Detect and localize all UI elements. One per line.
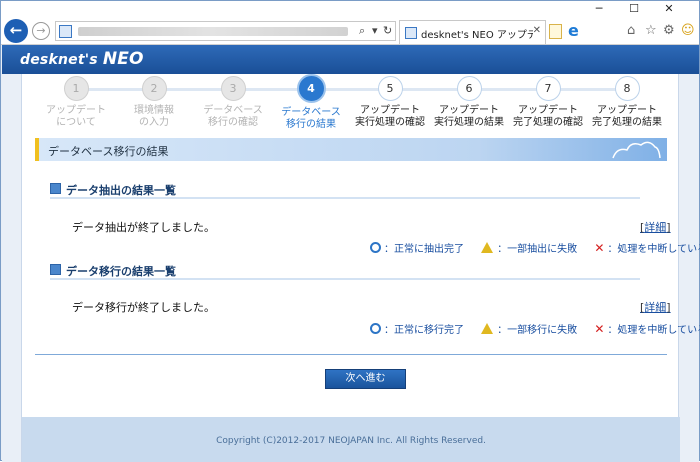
favorites-star-icon[interactable]: ☆ <box>645 23 657 38</box>
step-progress: 1 アップデート について 2 環境情報 の入力 3 データベース 移行の確認 4 データベー… <box>22 74 680 134</box>
home-icon[interactable]: ⌂ <box>627 23 635 38</box>
minimize-button[interactable]: ─ <box>583 1 615 17</box>
cloud-icon <box>612 141 661 159</box>
app-header: desknet's NEO <box>2 45 699 74</box>
success-circle-icon <box>370 242 381 253</box>
extract-detail-link[interactable]: [詳細] <box>640 219 671 235</box>
extract-message: データ抽出が終了しました。 <box>72 221 215 234</box>
title-bar: ─ ☐ ✕ <box>1 1 699 17</box>
step-2: 2 環境情報 の入力 <box>114 76 194 129</box>
smiley-feedback-icon[interactable]: ☺ <box>681 23 695 38</box>
page-favicon-icon <box>59 25 72 38</box>
browser-toolbar: ← → ⌕ ▾ ↻ desknet's NEO アップデートツ... ✕ e ⌂… <box>1 17 699 45</box>
migrate-legend: ：正常に移行完了 ：一部移行に失敗 ✕ ：処理を中断している <box>370 321 700 336</box>
blurred-url <box>78 27 348 36</box>
book-icon <box>50 264 61 275</box>
tab-favicon-icon <box>405 27 417 39</box>
book-icon <box>50 183 61 194</box>
right-gutter <box>679 74 699 462</box>
warning-icon <box>481 323 494 334</box>
edge-icon[interactable]: e <box>568 23 584 39</box>
section-header: データベース移行の結果 <box>35 138 667 161</box>
chevron-down-icon[interactable]: ▾ <box>372 24 378 37</box>
address-bar[interactable]: ⌕ ▾ ↻ <box>55 21 396 41</box>
forward-button[interactable]: → <box>32 22 50 40</box>
tab-close-icon[interactable]: ✕ <box>533 25 541 36</box>
section-title: データベース移行の結果 <box>48 145 169 158</box>
left-gutter <box>2 74 21 462</box>
extract-legend: ：正常に抽出完了 ：一部抽出に失敗 ✕ ：処理を中断している <box>370 240 700 255</box>
migrate-message: データ移行が終了しました。 <box>72 301 215 314</box>
step-7: 7 アップデート 完了処理の確認 <box>508 76 588 129</box>
error-x-icon: ✕ <box>594 321 605 336</box>
divider <box>35 354 667 355</box>
browser-tab[interactable]: desknet's NEO アップデートツ... ✕ <box>399 20 546 44</box>
footer: Copyright (C)2012-2017 NEOJAPAN Inc. All… <box>22 417 680 462</box>
step-3: 3 データベース 移行の確認 <box>193 76 273 129</box>
copyright-text: Copyright (C)2012-2017 NEOJAPAN Inc. All… <box>216 436 486 446</box>
step-5: 5 アップデート 実行処理の確認 <box>350 76 430 129</box>
desknets-neo-logo: desknet's NEO <box>20 49 144 69</box>
new-tab-icon[interactable] <box>549 24 562 39</box>
close-window-button[interactable]: ✕ <box>653 1 685 17</box>
next-button[interactable]: 次へ進む <box>325 369 406 389</box>
refresh-icon[interactable]: ↻ <box>383 24 392 37</box>
step-6: 6 アップデート 実行処理の結果 <box>429 76 509 129</box>
success-circle-icon <box>370 323 381 334</box>
content-panel: 1 アップデート について 2 環境情報 の入力 3 データベース 移行の確認 4 データベー… <box>21 74 700 462</box>
extract-results-heading: データ抽出の結果一覧 <box>50 181 640 199</box>
tab-title: desknet's NEO アップデートツ... <box>421 30 533 41</box>
error-x-icon: ✕ <box>594 240 605 255</box>
step-4-current: 4 データベース 移行の結果 <box>271 74 351 131</box>
maximize-button[interactable]: ☐ <box>618 1 650 17</box>
migrate-results-heading: データ移行の結果一覧 <box>50 262 640 280</box>
step-8: 8 アップデート 完了処理の結果 <box>587 76 667 129</box>
migrate-detail-link[interactable]: [詳細] <box>640 299 671 315</box>
search-icon[interactable]: ⌕ <box>359 24 365 38</box>
warning-icon <box>481 242 494 253</box>
gear-icon[interactable]: ⚙ <box>663 23 675 38</box>
back-button[interactable]: ← <box>4 19 28 43</box>
browser-window: ─ ☐ ✕ ← → ⌕ ▾ ↻ desknet's NEO アップデートツ...… <box>0 0 700 462</box>
step-1: 1 アップデート について <box>36 76 116 129</box>
